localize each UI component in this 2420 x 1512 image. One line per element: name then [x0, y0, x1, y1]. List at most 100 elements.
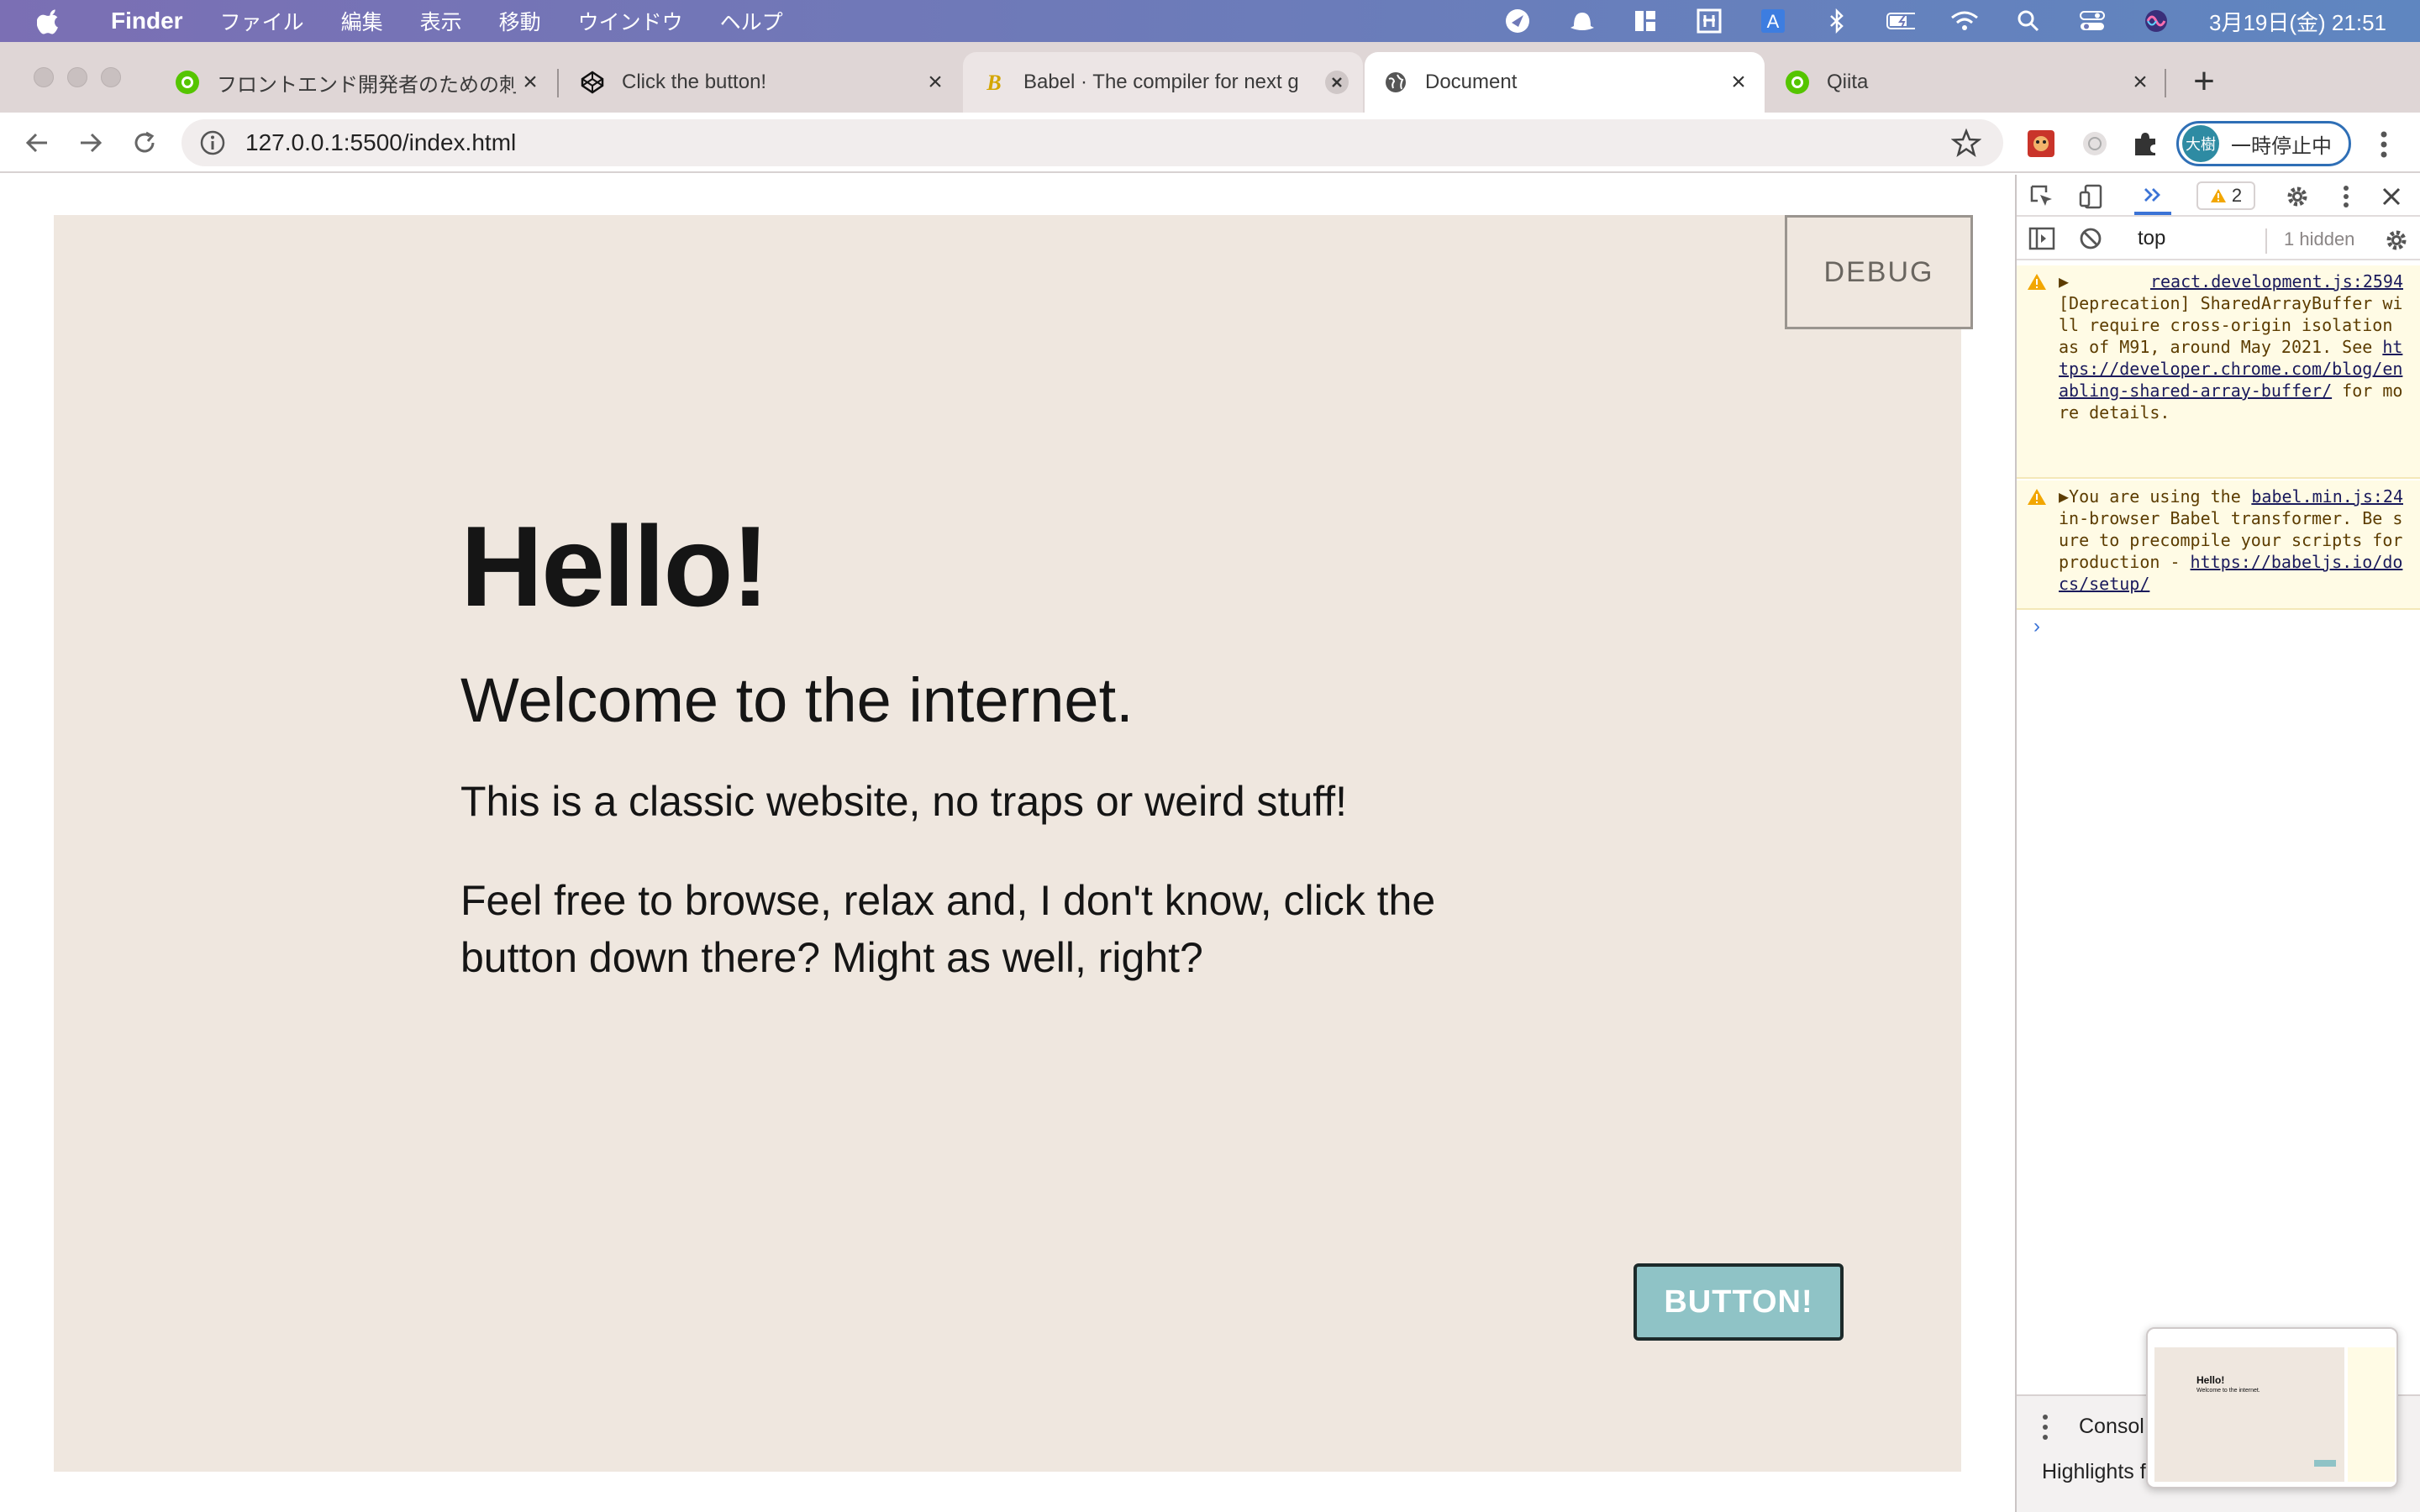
back-arrow-icon[interactable] [18, 124, 55, 161]
window-close-button[interactable] [34, 67, 54, 87]
hat-icon[interactable] [1567, 8, 1596, 34]
tab-click-the-button[interactable]: Click the button! × [561, 52, 961, 113]
warning-triangle-icon [2028, 274, 2046, 290]
tab-babel[interactable]: B Babel · The compiler for next g [963, 52, 1363, 113]
thumbnail-subtitle: Welcome to the internet. [2196, 1388, 2260, 1394]
thumbnail-devtools-preview [2348, 1347, 2395, 1482]
invite-paragraph: Feel free to browse, relax and, I don't … [460, 877, 1436, 981]
menu-window[interactable]: ウインドウ [578, 6, 683, 36]
clear-console-icon[interactable] [2075, 223, 2106, 254]
expand-triangle-icon[interactable]: ▶ [2059, 486, 2069, 507]
context-selector[interactable]: top [2138, 227, 2165, 250]
site-info-icon[interactable] [198, 129, 227, 157]
devtools-close-icon[interactable] [2376, 181, 2407, 212]
tab-close-icon[interactable]: × [2126, 68, 2154, 97]
devtools-settings-gear-icon[interactable] [2282, 181, 2312, 212]
menu-finder[interactable]: Finder [111, 8, 183, 34]
menu-view[interactable]: 表示 [420, 6, 462, 36]
tab-close-icon[interactable] [1323, 68, 1351, 97]
message-source-link[interactable]: react.development.js:2594 [2150, 270, 2403, 292]
browser-tab-strip: フロントエンド開発者のための刺激 × Click the button! × B… [0, 42, 2420, 113]
tab-close-icon[interactable]: × [921, 68, 950, 97]
device-toolbar-icon[interactable] [2075, 181, 2106, 212]
drawer-tab-console[interactable]: Consol [2079, 1415, 2144, 1439]
svg-text:A: A [1767, 11, 1780, 32]
drawer-highlights-text: Highlights f [2042, 1460, 2146, 1483]
profile-status: 一時停止中 [2231, 134, 2332, 158]
console-settings-gear-icon[interactable] [2381, 225, 2412, 255]
bluetooth-icon[interactable] [1823, 8, 1851, 34]
profile-avatar: 大樹 [2182, 125, 2219, 162]
browser-menu-kebab-icon[interactable] [2370, 128, 2398, 161]
active-tab-indicator [2134, 212, 2171, 215]
inspect-element-icon[interactable] [2027, 181, 2057, 212]
tab-qiita[interactable]: Qiita × [1766, 52, 2166, 113]
qiita-icon [175, 70, 200, 95]
main-button[interactable]: BUTTON! [1634, 1263, 1844, 1341]
tab-label: Qiita [1827, 71, 1869, 93]
keyboard-a-icon[interactable]: A [1759, 8, 1787, 34]
browser-toolbar: 127.0.0.1:5500/index.html 大樹 一時停止中 [0, 113, 2420, 173]
battery-icon[interactable] [1886, 8, 1916, 34]
tab-label: Babel · The compiler for next g [1023, 71, 1299, 93]
menu-go[interactable]: 移動 [499, 6, 541, 36]
gray-extension-icon[interactable] [2077, 126, 2112, 161]
warning-triangle-icon [2028, 489, 2046, 505]
console-filter-bar [2017, 218, 2420, 260]
screenshot-thumbnail[interactable]: Hello! Welcome to the internet. [2146, 1327, 2398, 1488]
page-viewport: DEBUG Hello! Welcome to the internet. Th… [0, 175, 2015, 1512]
thumbnail-title: Hello! [2196, 1374, 2225, 1386]
profile-button[interactable]: 大樹 一時停止中 [2176, 121, 2351, 166]
menu-edit[interactable]: 編集 [341, 6, 383, 36]
tab-close-icon[interactable]: × [1724, 68, 1753, 97]
menu-bar-clock[interactable]: 3月19日(金) 21:51 [2209, 6, 2386, 37]
tab-divider [557, 69, 559, 97]
spotlight-search-icon[interactable] [2014, 8, 2043, 34]
tab-label: Document [1425, 71, 1518, 93]
tab-label: フロントエンド開発者のための刺激 [217, 73, 516, 97]
more-tabs-chevron-icon[interactable] [2138, 180, 2168, 210]
extensions-puzzle-icon[interactable] [2128, 126, 2163, 161]
thumbnail-button-preview [2314, 1460, 2336, 1467]
hidden-count: 1 hidden [2284, 228, 2355, 249]
console-prompt-caret[interactable]: › [2033, 615, 2040, 638]
devtools-toolbar: 2 [2017, 175, 2420, 217]
console-warning-message[interactable]: ▶ react.development.js:2594 [Deprecation]… [2017, 265, 2420, 479]
debug-button[interactable]: DEBUG [1785, 215, 1973, 329]
window-minimize-button[interactable] [67, 67, 87, 87]
window-zoom-button[interactable] [101, 67, 121, 87]
input-method-icon[interactable] [1695, 8, 1723, 34]
control-center-icon[interactable] [2078, 8, 2107, 34]
warning-count: 2 [2231, 185, 2243, 206]
console-warning-message[interactable]: babel.min.js:24 ▶You are using the in-bro… [2017, 480, 2420, 610]
warning-triangle-icon [2210, 189, 2226, 202]
url-text[interactable]: 127.0.0.1:5500/index.html [245, 129, 1951, 156]
svg-text:B: B [986, 71, 1001, 95]
tab-label: Click the button! [622, 71, 767, 93]
expand-triangle-icon[interactable]: ▶ [2059, 271, 2079, 291]
drawer-kebab-icon[interactable] [2039, 1413, 2052, 1441]
tab-qiita-frontend[interactable]: フロントエンド開発者のための刺激 × [156, 52, 556, 113]
reload-icon[interactable] [126, 124, 163, 161]
tab-document-active[interactable]: Document × [1365, 52, 1765, 113]
bookmark-star-icon[interactable] [1950, 128, 1982, 158]
spark-app-icon[interactable] [1503, 8, 1532, 34]
wifi-icon[interactable] [1950, 8, 1979, 34]
layout-grid-icon[interactable] [1631, 8, 1660, 34]
forward-arrow-icon[interactable] [72, 124, 109, 161]
menu-help[interactable]: ヘルプ [720, 6, 783, 36]
message-source-link[interactable]: babel.min.js:24 [2251, 486, 2403, 507]
red-extension-icon[interactable] [2023, 126, 2059, 161]
address-bar[interactable]: 127.0.0.1:5500/index.html [182, 119, 2003, 166]
warnings-badge[interactable]: 2 [2196, 181, 2255, 210]
apple-logo-icon[interactable] [36, 8, 71, 34]
devtools-kebab-icon[interactable] [2331, 181, 2361, 212]
siri-icon[interactable] [2142, 8, 2170, 34]
new-tab-plus-icon[interactable]: + [2185, 60, 2223, 102]
tab-divider [2165, 69, 2166, 97]
tab-close-icon[interactable]: × [516, 68, 544, 97]
codepen-icon [580, 70, 605, 95]
sidebar-toggle-icon[interactable] [2027, 223, 2057, 254]
menu-file[interactable]: ファイル [220, 6, 304, 36]
qiita-icon [1785, 70, 1810, 95]
